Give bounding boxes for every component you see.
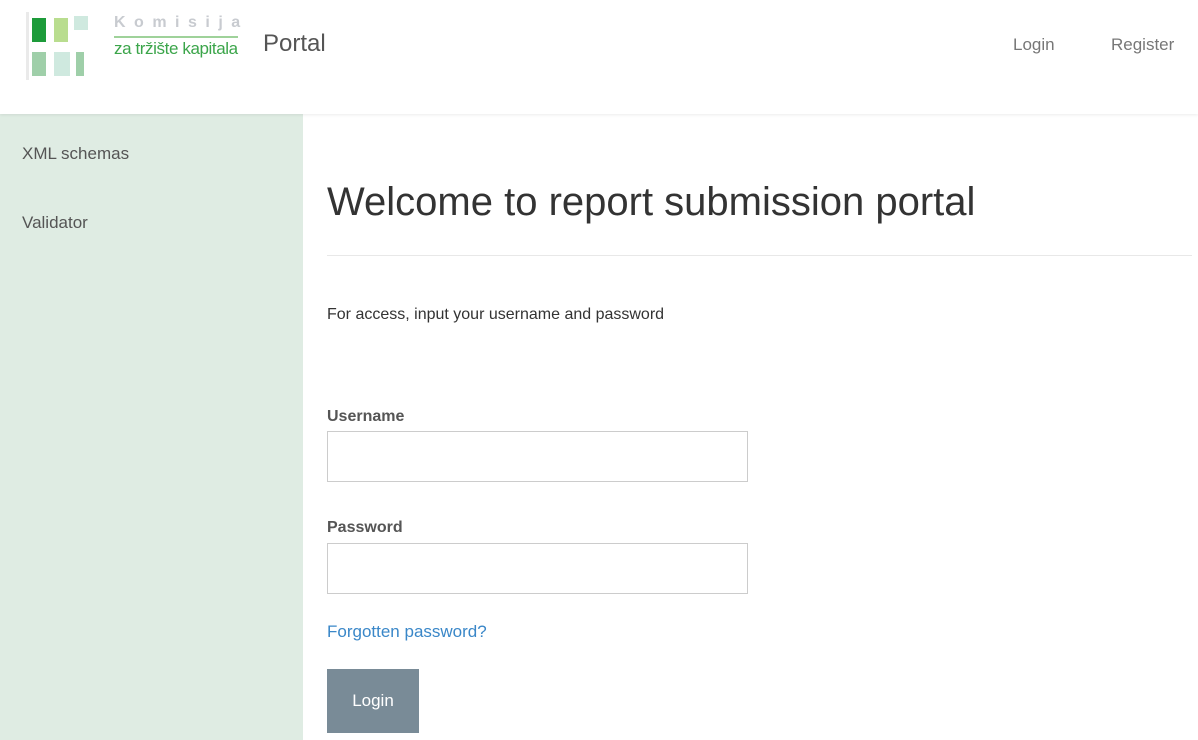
forgot-password-link[interactable]: Forgotten password? [327,622,487,642]
logo-bottom-text: za tržište kapitala [114,39,238,58]
sidebar-item-validator[interactable]: Validator [22,213,88,233]
page-title: Welcome to report submission portal [327,180,976,224]
logo-divider [114,36,238,38]
nav-login-link[interactable]: Login [1013,35,1055,55]
nav-register-link[interactable]: Register [1111,35,1174,55]
sidebar-item-xml-schemas[interactable]: XML schemas [22,144,129,164]
password-label: Password [327,519,403,536]
logo[interactable]: Komisija za tržište kapitala [26,12,244,80]
divider [327,255,1192,256]
top-navbar: Komisija za tržište kapitala Portal Logi… [0,0,1198,114]
brand-link[interactable]: Portal [263,30,326,58]
password-input[interactable] [327,543,748,594]
username-label: Username [327,408,405,425]
sidebar: XML schemas Validator [0,114,303,740]
logo-top-text: Komisija [114,14,249,31]
login-button[interactable]: Login [327,669,419,733]
username-input[interactable] [327,431,748,482]
main-content: Welcome to report submission portal For … [327,114,1192,740]
intro-text: For access, input your username and pass… [327,306,665,323]
